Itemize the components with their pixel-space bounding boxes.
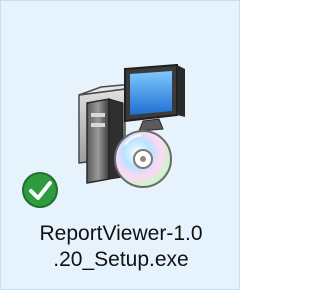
file-name-label[interactable]: ReportViewer-1.0 .20_Setup.exe [5, 221, 237, 273]
file-name-line1: ReportViewer-1.0 [39, 222, 203, 245]
check-badge-icon [22, 172, 58, 208]
file-item[interactable]: ReportViewer-1.0 .20_Setup.exe [0, 0, 240, 290]
file-name-line2: .20_Setup.exe [53, 248, 189, 271]
